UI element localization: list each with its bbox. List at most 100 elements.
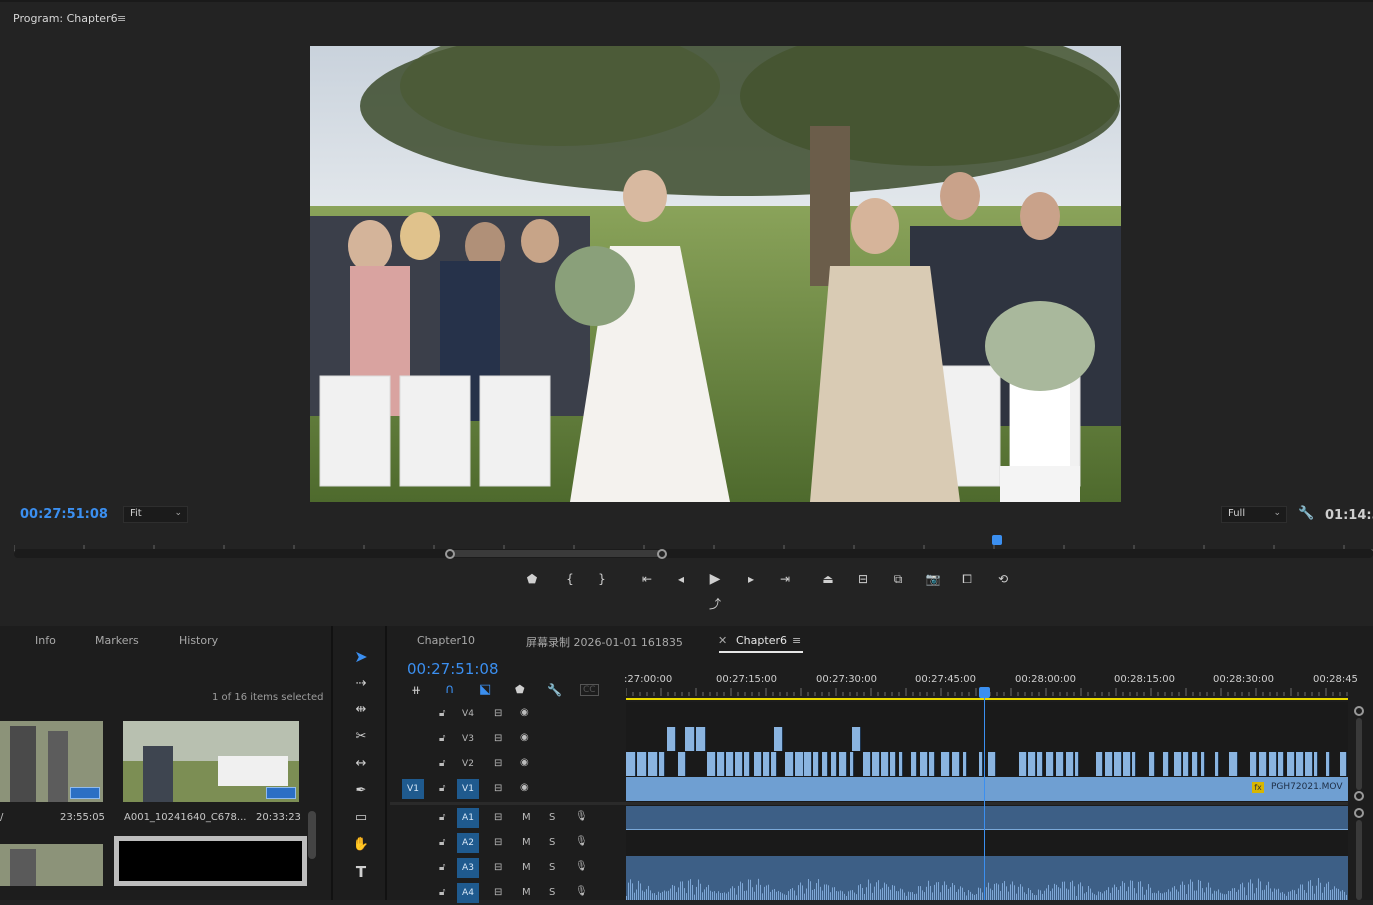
playback-resolution-dropdown[interactable]: Full ⌄ bbox=[1221, 506, 1287, 523]
track-label[interactable]: A1 bbox=[457, 808, 479, 828]
work-area-bar[interactable] bbox=[626, 698, 1348, 700]
v2-clip[interactable] bbox=[1278, 752, 1284, 776]
v2-clip[interactable] bbox=[1183, 752, 1189, 776]
timeline-settings-wrench-icon[interactable]: 🔧 bbox=[547, 683, 562, 697]
wrench-settings-icon[interactable]: 🔧 bbox=[1298, 506, 1314, 521]
v2-clip[interactable] bbox=[1066, 752, 1074, 776]
v1-clip[interactable]: fx PGH72021.MOV bbox=[626, 777, 1348, 801]
v2-clip[interactable] bbox=[1056, 752, 1064, 776]
v2-clip[interactable] bbox=[911, 752, 917, 776]
program-timecode[interactable]: 00:27:51:08 bbox=[20, 507, 108, 522]
microphone-icon[interactable]: 🎙︎ bbox=[575, 836, 588, 847]
solo-button[interactable]: S bbox=[549, 837, 555, 848]
v2-clip[interactable] bbox=[872, 752, 880, 776]
project-scrollbar[interactable] bbox=[308, 811, 316, 859]
zoom-scrollbar-track[interactable] bbox=[14, 549, 1373, 558]
mark-in-icon[interactable]: { bbox=[561, 570, 579, 588]
v2-clip[interactable] bbox=[744, 752, 750, 776]
overwrite-icon[interactable]: ⟲ bbox=[994, 570, 1012, 588]
linked-selection-icon[interactable]: ⬕ bbox=[479, 682, 491, 697]
close-tab-icon[interactable]: ✕ bbox=[718, 634, 727, 647]
lift-icon[interactable]: ⏏ bbox=[819, 570, 837, 588]
solo-button[interactable]: S bbox=[549, 812, 555, 823]
playhead-marker[interactable] bbox=[992, 535, 1002, 545]
v2-clip[interactable] bbox=[1250, 752, 1257, 776]
eye-icon[interactable]: ◉ bbox=[520, 732, 529, 743]
timeline-timecode[interactable]: 00:27:51:08 bbox=[407, 660, 499, 678]
track-label[interactable]: A2 bbox=[457, 833, 479, 853]
sync-lock-icon[interactable]: ⊟ bbox=[494, 837, 502, 848]
tab-chapter10[interactable]: Chapter10 bbox=[417, 634, 475, 647]
tab-history[interactable]: History bbox=[179, 634, 218, 647]
v2-clip[interactable] bbox=[890, 752, 896, 776]
microphone-icon[interactable]: 🎙︎ bbox=[575, 811, 588, 822]
audio-zoom-handle[interactable] bbox=[1354, 808, 1364, 818]
v2-clip[interactable] bbox=[1132, 752, 1136, 776]
source-patch-v1[interactable]: V1 bbox=[402, 779, 424, 799]
sync-lock-icon[interactable]: ⊟ bbox=[494, 708, 502, 719]
a3-audio-clip[interactable] bbox=[626, 856, 1348, 900]
v2-clip[interactable] bbox=[678, 752, 686, 776]
video-tracks-scrollbar[interactable] bbox=[1356, 718, 1362, 790]
mute-button[interactable]: M bbox=[522, 887, 531, 898]
tab-markers[interactable]: Markers bbox=[95, 634, 139, 647]
v3-clip[interactable] bbox=[696, 727, 706, 751]
v2-clip[interactable] bbox=[626, 752, 636, 776]
v3-clip[interactable] bbox=[685, 727, 695, 751]
v2-clip[interactable] bbox=[929, 752, 935, 776]
v2-clip[interactable] bbox=[1123, 752, 1131, 776]
v2-clip[interactable] bbox=[1296, 752, 1304, 776]
track-label[interactable]: V4 bbox=[457, 704, 479, 724]
sync-lock-icon[interactable]: ⊟ bbox=[494, 733, 502, 744]
comparison-view-icon[interactable]: ⧉ bbox=[889, 570, 907, 588]
v2-clip[interactable] bbox=[1340, 752, 1347, 776]
track-label[interactable]: V3 bbox=[457, 729, 479, 749]
v2-clip[interactable] bbox=[1215, 752, 1219, 776]
a1-audio-clip[interactable] bbox=[626, 806, 1348, 830]
v2-clip[interactable] bbox=[941, 752, 950, 776]
v2-clip[interactable] bbox=[1028, 752, 1036, 776]
vertical-zoom-handle-top[interactable] bbox=[1354, 706, 1364, 716]
track-label[interactable]: V1 bbox=[457, 779, 479, 799]
track-select-tool-icon[interactable]: ⇢ bbox=[349, 673, 373, 695]
sync-lock-icon[interactable]: ⊟ bbox=[494, 783, 502, 794]
v2-clip[interactable] bbox=[1269, 752, 1277, 776]
mark-out-icon[interactable]: } bbox=[593, 570, 611, 588]
v2-clip[interactable] bbox=[804, 752, 812, 776]
timeline-playhead-handle[interactable] bbox=[979, 687, 990, 698]
go-to-out-icon[interactable]: ⇥ bbox=[776, 570, 794, 588]
v2-clip[interactable] bbox=[1075, 752, 1079, 776]
rectangle-tool-icon[interactable]: ▭ bbox=[349, 807, 373, 829]
v2-clip[interactable] bbox=[726, 752, 734, 776]
captions-icon[interactable]: CC bbox=[580, 684, 599, 696]
v2-clip[interactable] bbox=[813, 752, 819, 776]
microphone-icon[interactable]: 🎙︎ bbox=[575, 886, 588, 897]
go-to-in-icon[interactable]: ⇤ bbox=[638, 570, 656, 588]
v2-clip[interactable] bbox=[637, 752, 647, 776]
v2-clip[interactable] bbox=[785, 752, 794, 776]
sync-lock-icon[interactable]: ⊟ bbox=[494, 862, 502, 873]
step-back-icon[interactable]: ◂ bbox=[672, 570, 690, 588]
export-icon[interactable]: ⤴ bbox=[706, 595, 724, 613]
play-icon[interactable]: ▶ bbox=[706, 570, 724, 588]
v2-clip[interactable] bbox=[735, 752, 743, 776]
zoom-handle-right[interactable] bbox=[657, 549, 667, 559]
snap-magnet-icon[interactable]: ∩ bbox=[445, 682, 455, 697]
track-label[interactable]: V2 bbox=[457, 754, 479, 774]
v2-clip[interactable] bbox=[648, 752, 658, 776]
v2-clip[interactable] bbox=[850, 752, 854, 776]
v2-clip[interactable] bbox=[1046, 752, 1054, 776]
lock-icon[interactable]: 🔓︎ bbox=[439, 887, 445, 898]
v2-clip[interactable] bbox=[1229, 752, 1238, 776]
v2-clip[interactable] bbox=[822, 752, 828, 776]
v2-clip[interactable] bbox=[1326, 752, 1330, 776]
v3-clip[interactable] bbox=[852, 727, 861, 751]
selection-tool-icon[interactable]: ➤ bbox=[349, 646, 373, 668]
sync-lock-icon[interactable]: ⊟ bbox=[494, 887, 502, 898]
tab-chapter6[interactable]: Chapter6 bbox=[736, 634, 787, 647]
v2-clip[interactable] bbox=[881, 752, 889, 776]
tab-info[interactable]: Info bbox=[35, 634, 56, 647]
step-forward-icon[interactable]: ▸ bbox=[742, 570, 760, 588]
v2-clip[interactable] bbox=[795, 752, 804, 776]
mute-button[interactable]: M bbox=[522, 812, 531, 823]
